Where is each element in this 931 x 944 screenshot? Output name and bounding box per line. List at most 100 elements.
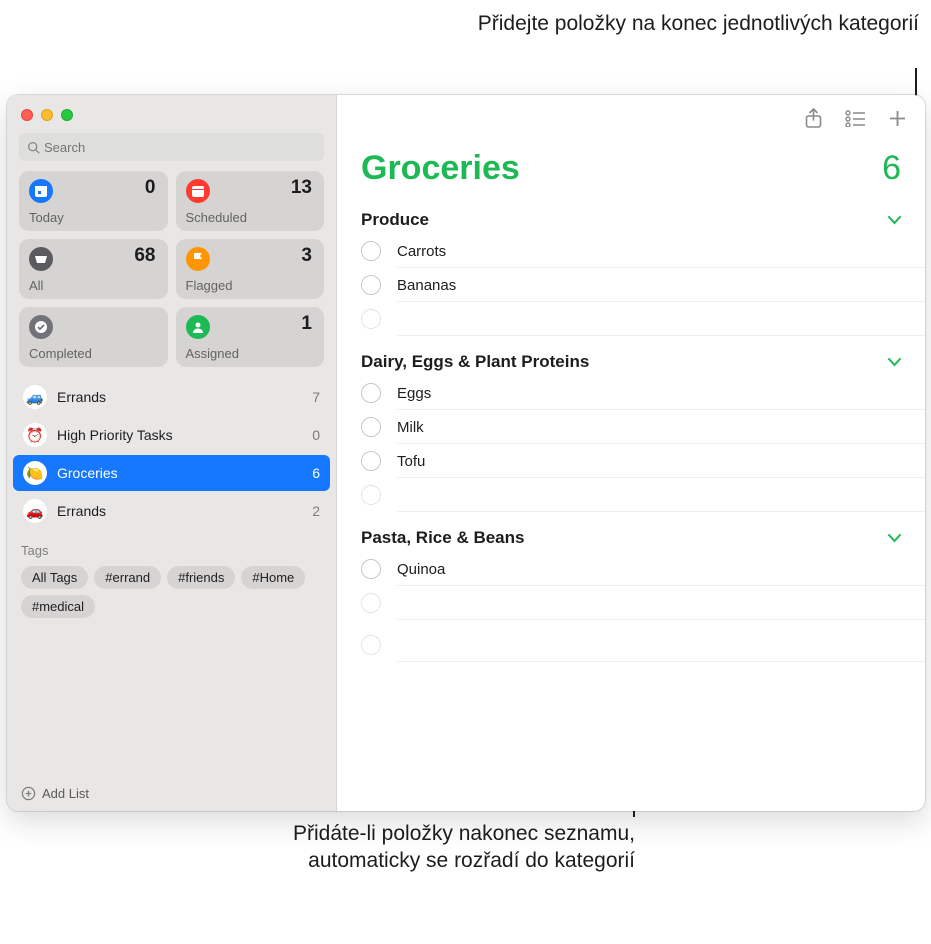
item-title: Tofu: [397, 453, 425, 470]
smart-card-assigned[interactable]: 1 Assigned: [176, 307, 325, 367]
share-icon: [804, 108, 823, 129]
list-item-count: 6: [882, 149, 901, 188]
main-pane: Groceries 6 Produce Carrots Bananas Dairy, …: [337, 95, 925, 811]
callout-top: Přidejte položky na konec jednotlivých k…: [478, 10, 919, 37]
list-emoji-icon: 🍋: [23, 461, 47, 485]
all-icon: [29, 247, 53, 271]
item-title: Milk: [397, 419, 424, 436]
tag-pill[interactable]: #medical: [21, 595, 95, 618]
add-item-row[interactable]: [337, 302, 925, 336]
list-emoji-icon: 🚗: [23, 499, 47, 523]
section-header[interactable]: Dairy, Eggs & Plant Proteins: [337, 344, 925, 376]
smart-card-scheduled[interactable]: 13 Scheduled: [176, 171, 325, 231]
add-item-row[interactable]: [337, 586, 925, 620]
section-header[interactable]: Pasta, Rice & Beans: [337, 520, 925, 552]
callout-bottom: Přidáte-li položky nakonec seznamu, auto…: [280, 820, 635, 875]
smart-count: 68: [134, 245, 155, 267]
completed-icon: [29, 315, 53, 339]
reminder-item[interactable]: Quinoa: [337, 552, 925, 586]
add-circle-icon: [361, 635, 381, 655]
my-lists: 🚙Errands7⏰High Priority Tasks0🍋Groceries…: [7, 377, 336, 533]
add-item-button[interactable]: [888, 109, 907, 128]
tag-pill[interactable]: #errand: [94, 566, 161, 589]
smart-count: 0: [145, 177, 156, 199]
list-emoji-icon: ⏰: [23, 423, 47, 447]
scheduled-icon: [186, 179, 210, 203]
view-button[interactable]: [845, 110, 866, 127]
section-title: Pasta, Rice & Beans: [361, 528, 524, 548]
list-count: 2: [312, 503, 320, 519]
smart-label: Today: [29, 210, 64, 225]
smart-label: Flagged: [186, 278, 233, 293]
list-emoji-icon: 🚙: [23, 385, 47, 409]
list-header: Groceries 6: [337, 141, 925, 202]
reminder-item[interactable]: Bananas: [337, 268, 925, 302]
smart-card-all[interactable]: 68All: [19, 239, 168, 299]
sidebar: 0 Today 13 Scheduled 68All 3 Flagged Completed 1…: [7, 95, 337, 811]
list-name: Errands: [57, 389, 312, 405]
chevron-down-icon[interactable]: [888, 530, 901, 546]
plus-icon: [888, 109, 907, 128]
close-icon[interactable]: [21, 109, 33, 121]
maximize-icon[interactable]: [61, 109, 73, 121]
section-header[interactable]: Produce: [337, 202, 925, 234]
smart-label: Completed: [29, 346, 92, 361]
add-item-row[interactable]: [337, 478, 925, 512]
checkbox-circle[interactable]: [361, 275, 381, 295]
add-list-label: Add List: [42, 786, 89, 801]
smart-card-flagged[interactable]: 3 Flagged: [176, 239, 325, 299]
list-name: High Priority Tasks: [57, 427, 312, 443]
search-field[interactable]: [19, 133, 324, 161]
checkbox-circle[interactable]: [361, 241, 381, 261]
item-title: Carrots: [397, 243, 446, 260]
reminder-item[interactable]: Tofu: [337, 444, 925, 478]
list-icon: [845, 110, 866, 127]
chevron-down-icon[interactable]: [888, 354, 901, 370]
checkbox-circle[interactable]: [361, 417, 381, 437]
reminder-item[interactable]: Milk: [337, 410, 925, 444]
sidebar-list-errands[interactable]: 🚗 Errands2: [13, 493, 330, 529]
item-title: Bananas: [397, 277, 456, 294]
smart-count: 3: [301, 245, 312, 267]
smart-card-completed[interactable]: Completed: [19, 307, 168, 367]
list-name: Errands: [57, 503, 312, 519]
sidebar-list-high-priority-tasks[interactable]: ⏰High Priority Tasks0: [13, 417, 330, 453]
smart-label: Scheduled: [186, 210, 247, 225]
smart-card-today[interactable]: 0 Today: [19, 171, 168, 231]
app-window: 0 Today 13 Scheduled 68All 3 Flagged Completed 1…: [7, 95, 925, 811]
checkbox-circle[interactable]: [361, 559, 381, 579]
list-content: Produce Carrots Bananas Dairy, Eggs & Plant…: [337, 202, 925, 662]
minimize-icon[interactable]: [41, 109, 53, 121]
add-circle-icon: [361, 593, 381, 613]
reminder-item[interactable]: Carrots: [337, 234, 925, 268]
smart-label: Assigned: [186, 346, 239, 361]
smart-lists-grid: 0 Today 13 Scheduled 68All 3 Flagged Completed 1…: [7, 171, 336, 377]
chevron-down-icon[interactable]: [888, 212, 901, 228]
add-item-end-row[interactable]: [337, 628, 925, 662]
flagged-icon: [186, 247, 210, 271]
assigned-icon: [186, 315, 210, 339]
tags-section: Tags All Tags#errand#friends#Home#medica…: [7, 533, 336, 628]
toolbar: [337, 95, 925, 141]
tag-pill[interactable]: #friends: [167, 566, 235, 589]
smart-count: 1: [301, 313, 312, 335]
add-list-button[interactable]: Add List: [7, 776, 336, 811]
sidebar-list-groceries[interactable]: 🍋Groceries6: [13, 455, 330, 491]
checkbox-circle[interactable]: [361, 383, 381, 403]
checkbox-circle[interactable]: [361, 451, 381, 471]
sidebar-list-errands[interactable]: 🚙Errands7: [13, 379, 330, 415]
section-title: Dairy, Eggs & Plant Proteins: [361, 352, 589, 372]
search-input[interactable]: [44, 140, 316, 155]
window-controls: [7, 95, 336, 131]
smart-count: 13: [291, 177, 312, 199]
today-icon: [29, 179, 53, 203]
reminder-item[interactable]: Eggs: [337, 376, 925, 410]
tags-wrap: All Tags #errand #friends #Home #medical: [21, 566, 322, 618]
tag-pill[interactable]: #Home: [241, 566, 305, 589]
item-title: Quinoa: [397, 561, 445, 578]
share-button[interactable]: [804, 108, 823, 129]
tag-pill[interactable]: All Tags: [21, 566, 88, 589]
item-title: Eggs: [397, 385, 431, 402]
list-title: Groceries: [361, 149, 520, 188]
add-circle-icon: [361, 485, 381, 505]
